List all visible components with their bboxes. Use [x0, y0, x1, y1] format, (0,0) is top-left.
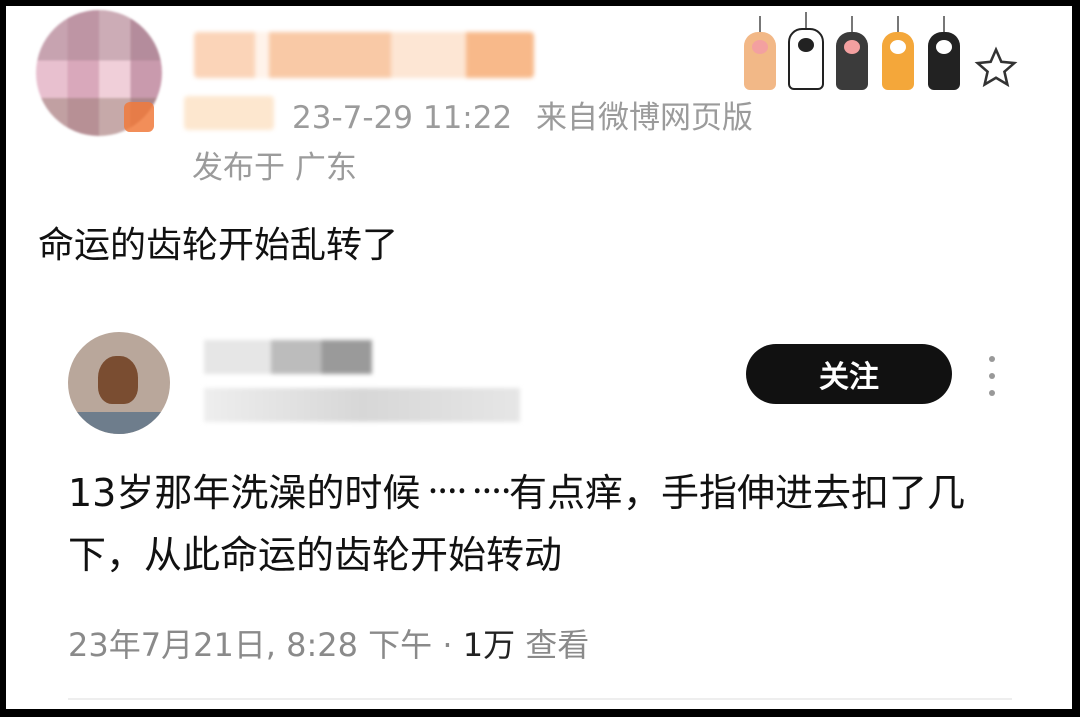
author-name-blurred[interactable]: [194, 32, 534, 78]
quoted-author-name-blurred[interactable]: [204, 340, 372, 374]
paw-icon: [834, 16, 870, 90]
post-timestamp: 23-7-29 11:22: [292, 100, 513, 136]
quoted-post-text: 13岁那年洗澡的时候᠁᠁有点痒，手指伸进去扣了几下，从此命运的齿轮开始转动: [68, 471, 965, 577]
quoted-post-meta: 23年7月21日, 8:28 下午 · 1万 查看: [68, 620, 589, 666]
user-badge-blurred: [184, 96, 274, 130]
paw-icon: [880, 16, 916, 90]
divider: [68, 698, 1012, 700]
paw-icon: [788, 12, 824, 90]
paw-icon: [742, 16, 778, 90]
paw-icon: [926, 16, 962, 90]
views-label: 查看: [525, 626, 590, 664]
quoted-post-date: 23年7月21日, 8:28 下午 ·: [68, 626, 453, 664]
quoted-author-handle-blurred: [204, 388, 520, 422]
follow-button[interactable]: 关注: [746, 344, 952, 404]
post-source: 来自微博网页版: [536, 100, 754, 136]
more-options-icon[interactable]: [986, 356, 998, 396]
verified-badge-icon: [124, 102, 154, 132]
star-outline-icon[interactable]: [974, 46, 1018, 90]
post-meta: 23-7-29 11:22 来自微博网页版: [292, 92, 753, 137]
quoted-author-avatar[interactable]: [68, 332, 170, 434]
paw-decorations: [742, 12, 1018, 90]
screenshot-frame: 23-7-29 11:22 来自微博网页版 发布于 广东 命运的齿轮开始乱转了 …: [6, 6, 1072, 709]
post-location: 发布于 广东: [192, 150, 357, 186]
views-count: 1万: [462, 626, 516, 664]
post-text: 命运的齿轮开始乱转了: [38, 225, 399, 266]
